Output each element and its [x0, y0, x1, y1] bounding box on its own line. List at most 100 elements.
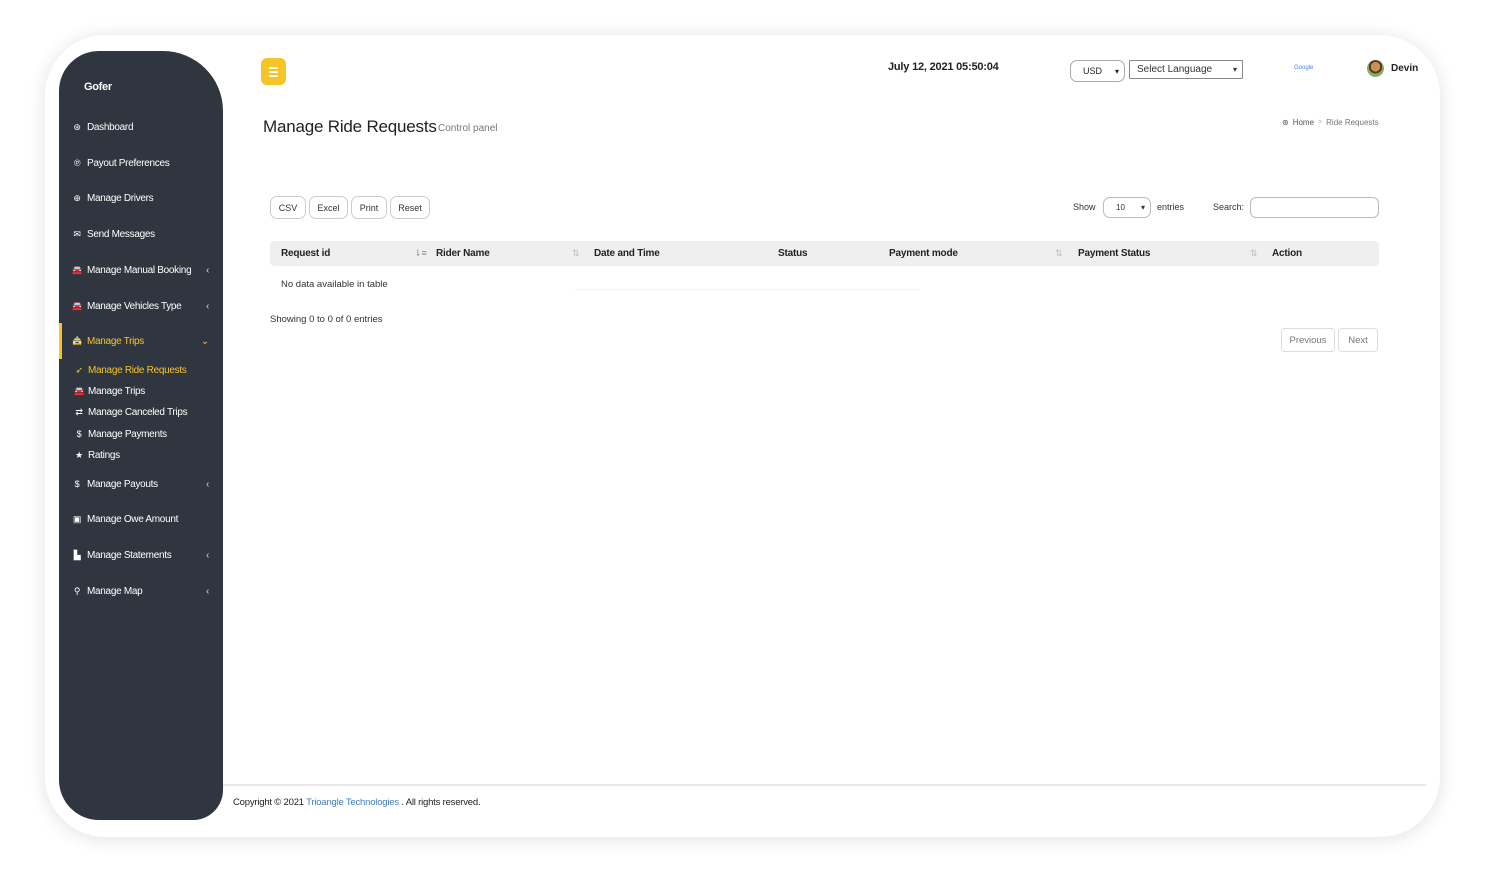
column-rider-name[interactable]: Rider Name	[436, 248, 490, 259]
chevron-left-icon: ‹	[205, 264, 209, 276]
sidebar-item-payout-preferences[interactable]: ℗ Payout Preferences	[59, 153, 223, 173]
search-label: Search:	[1213, 202, 1245, 212]
dollar-icon: $	[76, 429, 82, 439]
sidebar-item-manage-statements[interactable]: ▙ Manage Statements ‹	[59, 545, 223, 565]
company-link[interactable]: Trioangle Technologies	[306, 797, 399, 808]
hamburger-icon	[269, 66, 278, 69]
sidebar-item-send-messages[interactable]: ✉ Send Messages	[59, 224, 223, 244]
map-marker-icon: ⚲	[73, 585, 81, 596]
row-divider	[575, 289, 920, 290]
sidebar-item-label: Manage Map	[87, 585, 143, 597]
sidebar-subitem-label: Manage Ride Requests	[88, 364, 187, 376]
sidebar-item-manage-vehicles-type[interactable]: 🚘 Manage Vehicles Type ‹	[59, 296, 223, 316]
app-frame	[45, 35, 1440, 837]
breadcrumb: ⊛ Home > Ride Requests	[1282, 118, 1379, 127]
language-select[interactable]: Select Language ▾	[1129, 60, 1243, 79]
chevron-down-icon: ▾	[1114, 66, 1119, 76]
chevron-left-icon: ‹	[205, 478, 209, 490]
page-size-select[interactable]: 10 ▾	[1103, 197, 1151, 218]
breadcrumb-separator: >	[1318, 119, 1323, 126]
sort-desc-icon[interactable]: ⇂≡	[414, 248, 427, 259]
google-translate-logo: Google	[1294, 65, 1314, 71]
sidebar-item-label: Manage Vehicles Type	[87, 300, 182, 312]
dashboard-icon: ⊛	[73, 121, 81, 132]
sidebar-subitem-manage-ride-requests[interactable]: ➶ Manage Ride Requests	[59, 361, 223, 379]
sidebar-item-manage-drivers[interactable]: ⊕ Manage Drivers	[59, 188, 223, 208]
currency-select[interactable]: USD ▾	[1070, 60, 1125, 82]
sidebar-item-label: Manage Payouts	[87, 478, 158, 490]
column-action[interactable]: Action	[1272, 248, 1302, 259]
breadcrumb-home[interactable]: Home	[1293, 118, 1314, 127]
chevron-down-icon: ⌄	[200, 335, 209, 347]
print-button[interactable]: Print	[351, 196, 387, 219]
table-info: Showing 0 to 0 of 0 entries	[270, 314, 383, 325]
chevron-left-icon: ‹	[205, 549, 209, 561]
chevron-left-icon: ‹	[205, 300, 209, 312]
excel-button[interactable]: Excel	[309, 196, 348, 219]
sidebar-item-manage-owe-amount[interactable]: ▣ Manage Owe Amount	[59, 509, 223, 529]
empty-table-message: No data available in table	[281, 279, 388, 290]
sidebar-item-label: Manage Statements	[87, 549, 172, 561]
sidebar-item-label: Manage Owe Amount	[87, 513, 179, 525]
sidebar-item-label: Dashboard	[87, 121, 134, 133]
sort-icon[interactable]: ⇅	[572, 248, 580, 259]
column-payment-status[interactable]: Payment Status	[1078, 248, 1150, 259]
column-payment-mode[interactable]: Payment mode	[889, 248, 958, 259]
chevron-down-icon: ▾	[1140, 203, 1145, 212]
paper-plane-icon: ➶	[75, 364, 83, 375]
menu-toggle-button[interactable]	[261, 58, 286, 85]
paypal-icon: ℗	[73, 158, 81, 168]
sidebar-subitem-label: Manage Trips	[88, 385, 145, 397]
brand-logo[interactable]: Gofer	[84, 81, 112, 93]
megaphone-icon: ✉	[73, 228, 81, 239]
sidebar-item-label: Payout Preferences	[87, 157, 170, 169]
sidebar-subitem-manage-canceled-trips[interactable]: ⇄ Manage Canceled Trips	[59, 403, 223, 421]
reset-button[interactable]: Reset	[390, 196, 430, 219]
current-datetime: July 12, 2021 05:50:04	[888, 61, 999, 73]
search-input[interactable]	[1250, 197, 1379, 218]
entries-label: entries	[1157, 202, 1185, 212]
sidebar-item-label: Manage Trips	[87, 335, 144, 347]
car-icon: 🚘	[71, 300, 83, 311]
sidebar-item-manage-trips[interactable]: 🚖 Manage Trips ⌄	[59, 331, 223, 351]
page-subtitle: Control panel	[438, 123, 498, 134]
sidebar-subitem-manage-trips[interactable]: 🚘 Manage Trips	[59, 382, 223, 400]
chevron-down-icon: ▾	[1232, 65, 1237, 74]
page-title: Manage Ride Requests	[263, 117, 437, 136]
next-page-button[interactable]: Next	[1338, 328, 1378, 352]
show-label: Show	[1073, 202, 1096, 212]
sidebar-subitem-ratings[interactable]: ★ Ratings	[59, 446, 223, 464]
dashboard-icon: ⊛	[1282, 118, 1289, 127]
steering-wheel-icon: ⊕	[73, 192, 81, 203]
csv-button[interactable]: CSV	[270, 196, 306, 219]
car-icon: 🚘	[73, 385, 85, 396]
area-chart-icon: ▙	[73, 549, 81, 560]
sidebar-item-label: Send Messages	[87, 228, 155, 240]
star-icon: ★	[75, 449, 83, 460]
chevron-left-icon: ‹	[205, 585, 209, 597]
sidebar-item-manage-manual-booking[interactable]: 🚘 Manage Manual Booking ‹	[59, 260, 223, 280]
footer: Copyright © 2021 Trioangle Technologies …	[233, 797, 481, 808]
sidebar-item-manage-map[interactable]: ⚲ Manage Map ‹	[59, 581, 223, 601]
previous-page-button[interactable]: Previous	[1281, 328, 1335, 352]
column-request-id[interactable]: Request id	[281, 248, 330, 259]
sort-icon[interactable]: ⇅	[1250, 248, 1258, 259]
sort-icon[interactable]: ⇅	[1055, 248, 1063, 259]
sidebar-subitem-label: Manage Canceled Trips	[88, 406, 188, 418]
avatar[interactable]	[1367, 60, 1384, 77]
sidebar-item-manage-payouts[interactable]: $ Manage Payouts ‹	[59, 474, 223, 494]
sidebar-subitem-label: Manage Payments	[88, 428, 167, 440]
column-date-time[interactable]: Date and Time	[594, 248, 660, 259]
sidebar-item-label: Manage Drivers	[87, 192, 154, 204]
canceled-money-icon: ⇄	[75, 406, 83, 417]
sidebar: Gofer ⊛ Dashboard ℗ Payout Preferences ⊕…	[59, 51, 223, 820]
sidebar-subitem-manage-payments[interactable]: $ Manage Payments	[59, 425, 223, 443]
user-name[interactable]: Devin	[1391, 63, 1418, 74]
money-bill-icon: ▣	[72, 513, 82, 524]
taxi-icon: 🚖	[71, 335, 83, 346]
footer-divider	[223, 784, 1426, 786]
car-icon: 🚘	[71, 264, 83, 275]
table-header: Request id ⇂≡ Rider Name ⇅ Date and Time…	[270, 241, 1379, 266]
sidebar-item-dashboard[interactable]: ⊛ Dashboard	[59, 117, 223, 137]
column-status[interactable]: Status	[778, 248, 808, 259]
